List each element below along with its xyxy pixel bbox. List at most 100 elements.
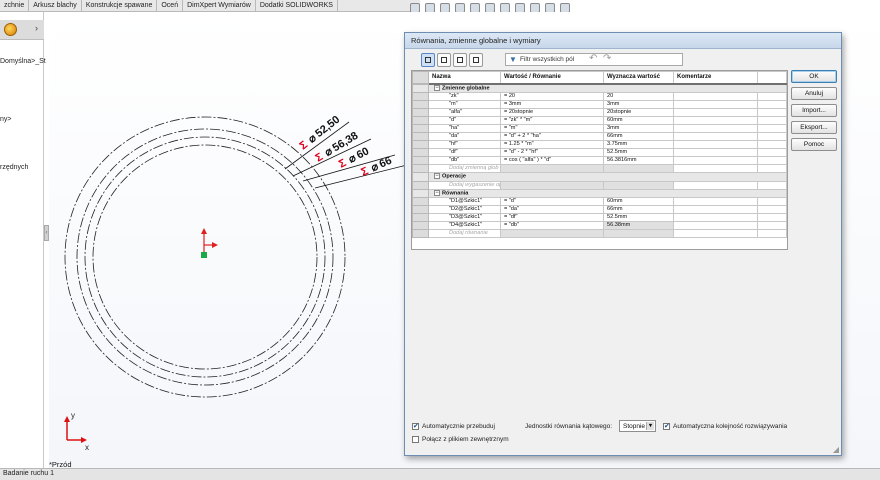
variable-name[interactable]: "db" <box>428 156 501 166</box>
svg-text:Σ: Σ <box>313 151 325 165</box>
comment-cell[interactable] <box>673 108 758 118</box>
redo-icon[interactable]: ↷ <box>603 53 611 64</box>
section-features[interactable]: − Operacje <box>412 172 787 182</box>
view-label: *Przód <box>49 460 72 468</box>
equation-cell[interactable]: = "d" + 2 * "ha" <box>500 132 604 142</box>
help-button[interactable]: Pomoc <box>791 138 837 151</box>
equation-name[interactable]: "D3@Szkic1" <box>428 213 501 223</box>
add-global-variable[interactable]: Dodaj zmienną glob <box>428 164 501 174</box>
add-feature-suppression[interactable]: Dodaj wygaszenie op <box>428 180 501 190</box>
comment-cell[interactable] <box>673 221 758 231</box>
variable-name[interactable]: "alfa" <box>428 108 501 118</box>
table-row[interactable]: "alfa" = 20stopnie 20stopnie <box>412 108 787 118</box>
table-row[interactable]: "hf" = 1.25 * "m" 3.75mm <box>412 140 787 150</box>
chevron-right-icon[interactable]: › <box>35 23 38 33</box>
comment-cell[interactable] <box>673 92 758 102</box>
add-equation[interactable]: Dodaj równanie <box>428 229 501 239</box>
table-row[interactable]: "d" = "zk" * "m" 60mm <box>412 116 787 126</box>
ok-button[interactable]: OK <box>791 70 837 83</box>
tab-dimxpert[interactable]: DimXpert Wymiarów <box>183 0 256 12</box>
table-row[interactable]: "m" = 3mm 3mm <box>412 100 787 110</box>
equation-cell[interactable]: = 1.25 * "m" <box>500 140 604 150</box>
variable-name[interactable]: "df" <box>428 148 501 158</box>
table-row[interactable]: "D4@Szkic1" = "db" 56.38mm <box>412 221 787 231</box>
value-cell: 20stopnie <box>603 108 674 118</box>
table-row[interactable]: "D3@Szkic1" = "df" 52.5mm <box>412 213 787 223</box>
comment-cell[interactable] <box>673 124 758 134</box>
tab-evaluate[interactable]: Oceń <box>157 0 184 12</box>
auto-rebuild-checkbox[interactable] <box>412 422 419 430</box>
table-row[interactable]: "df" = "d" - 2 * "hf" 52.5mm <box>412 148 787 158</box>
link-external-checkbox[interactable] <box>412 436 419 443</box>
resize-grip-icon[interactable]: ◢ <box>833 445 839 454</box>
auto-order-checkbox[interactable] <box>663 422 670 430</box>
column-header-name: Nazwa <box>428 71 501 85</box>
comment-cell[interactable] <box>673 100 758 110</box>
table-row[interactable]: "D1@Szkic1" = "d" 60mm <box>412 197 787 207</box>
filter-placeholder: Filtr wszystkich pól <box>520 56 575 63</box>
comment-cell[interactable] <box>673 197 758 207</box>
equation-cell[interactable]: = "d" - 2 * "hf" <box>500 148 604 158</box>
equation-cell[interactable]: = "db" <box>500 221 604 231</box>
equation-cell[interactable]: = "m" <box>500 124 604 134</box>
tab-addins[interactable]: Dodatki SOLIDWORKS <box>256 0 338 12</box>
variable-name[interactable]: "hf" <box>428 140 501 150</box>
add-row[interactable]: Dodaj równanie <box>412 229 787 239</box>
add-row[interactable]: Dodaj wygaszenie op <box>412 180 787 190</box>
comment-cell[interactable] <box>673 156 758 166</box>
ordered-view-icon[interactable] <box>469 53 483 67</box>
equation-cell[interactable]: = 3mm <box>500 100 604 110</box>
export-button[interactable]: Eksport... <box>791 121 837 134</box>
collapse-icon[interactable]: − <box>434 174 440 180</box>
tab-sketch[interactable]: zchnie <box>0 0 30 12</box>
equation-name[interactable]: "D4@Szkic1" <box>428 221 501 231</box>
import-button[interactable]: Import... <box>791 104 837 117</box>
collapse-icon[interactable]: − <box>434 190 440 196</box>
equation-cell[interactable]: = "df" <box>500 213 604 223</box>
comment-cell[interactable] <box>673 148 758 158</box>
feature-manager-panel: › Domyślna>_St ny> rzędnych <box>0 12 46 468</box>
table-row[interactable]: "D2@Szkic1" = "da" 66mm <box>412 205 787 215</box>
sketch-equation-view-icon[interactable] <box>437 53 451 67</box>
section-globals[interactable]: − Zmienne globalne <box>412 83 787 94</box>
comment-cell[interactable] <box>673 140 758 150</box>
table-row[interactable]: "ha" = "m" 3mm <box>412 124 787 134</box>
add-row[interactable]: Dodaj zmienną glob <box>412 164 787 174</box>
origin-icon[interactable] <box>201 228 218 258</box>
appearance-icon[interactable] <box>4 23 17 36</box>
equation-cell[interactable]: = "d" <box>500 197 604 207</box>
tree-item-material[interactable]: ny> <box>0 116 11 123</box>
undo-icon[interactable]: ↶ <box>589 53 597 64</box>
equation-cell[interactable]: = 20 <box>500 92 604 102</box>
table-row[interactable]: "db" = cos ( "alfa" ) * "d" 56.3816mm <box>412 156 787 166</box>
equation-cell[interactable]: = "da" <box>500 205 604 215</box>
tab-weldments[interactable]: Konstrukcje spawane <box>82 0 158 12</box>
equation-cell[interactable]: = cos ( "alfa" ) * "d" <box>500 156 604 166</box>
tab-sheet-metal[interactable]: Arkusz blachy <box>29 0 82 12</box>
equation-cell[interactable]: = 20stopnie <box>500 108 604 118</box>
svg-text:60: 60 <box>355 145 371 161</box>
variable-name[interactable]: "zk" <box>428 92 501 102</box>
equation-view-icon[interactable] <box>421 53 435 67</box>
variable-name[interactable]: "ha" <box>428 124 501 134</box>
table-row[interactable]: "da" = "d" + 2 * "ha" 66mm <box>412 132 787 142</box>
comment-cell[interactable] <box>673 213 758 223</box>
variable-name[interactable]: "d" <box>428 116 501 126</box>
cancel-button[interactable]: Anuluj <box>791 87 837 100</box>
comment-cell[interactable] <box>673 116 758 126</box>
variable-name[interactable]: "da" <box>428 132 501 142</box>
table-row[interactable]: "zk" = 20 20 <box>412 92 787 102</box>
tree-item-origin[interactable]: rzędnych <box>0 164 28 171</box>
angle-units-select[interactable]: Stopnie ▾ <box>619 420 656 432</box>
equation-name[interactable]: "D1@Szkic1" <box>428 197 501 207</box>
equation-name[interactable]: "D2@Szkic1" <box>428 205 501 215</box>
tree-item-configuration[interactable]: Domyślna>_St <box>0 58 46 65</box>
comment-cell[interactable] <box>673 132 758 142</box>
equation-cell[interactable]: = "zk" * "m" <box>500 116 604 126</box>
section-equations[interactable]: − Równania <box>412 188 787 199</box>
comment-cell[interactable] <box>673 205 758 215</box>
collapse-icon[interactable]: − <box>434 85 440 91</box>
motion-study-tab[interactable]: Badanie ruchu 1 <box>3 470 54 477</box>
dimension-view-icon[interactable] <box>453 53 467 67</box>
variable-name[interactable]: "m" <box>428 100 501 110</box>
